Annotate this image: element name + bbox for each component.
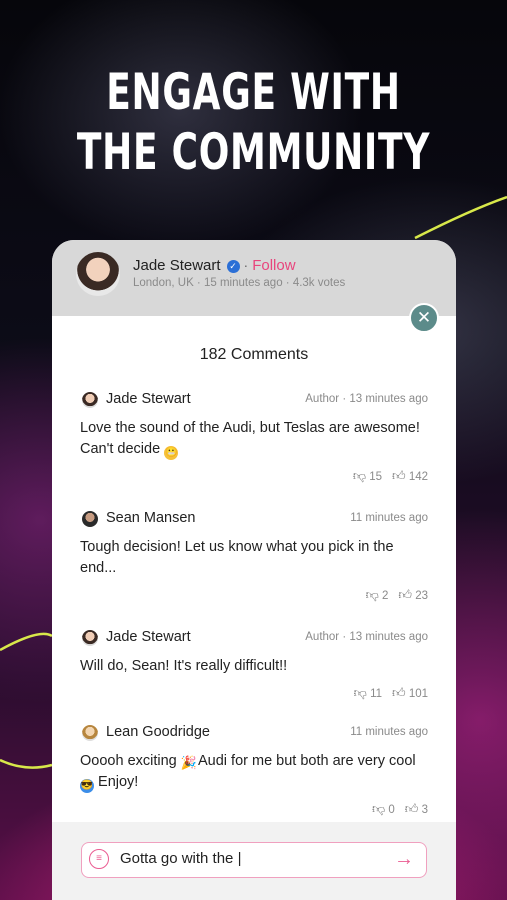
thumbs-up-icon[interactable]: 👍︎ (398, 587, 412, 602)
avatar[interactable] (82, 392, 98, 408)
commenter-name[interactable]: Lean Goodridge (106, 724, 210, 740)
thumbs-down-icon[interactable]: 👎︎ (366, 587, 379, 602)
comment-votes: 👎︎ 15 👍︎ 142 (80, 468, 428, 484)
commenter-name[interactable]: Sean Mansen (106, 510, 195, 526)
thumbs-down-icon[interactable]: 👎︎ (354, 685, 367, 700)
avatar[interactable] (82, 725, 98, 741)
party-popper-emoji-icon: 🎉 (180, 755, 197, 770)
comment-header: Jade Stewart Author · 13 minutes ago (80, 629, 428, 647)
verified-badge-icon: ✓ (226, 260, 240, 273)
headline: ENGAGE WITH THE COMMUNITY (71, 62, 436, 182)
comment-text-part: Ooooh exciting (80, 753, 177, 769)
post-header: Jade Stewart ✓ · Follow London, UK · 15 min… (52, 240, 456, 316)
comment-text-part: Enjoy! (98, 774, 139, 790)
comment-votes: 👎︎ 0 👍︎ 3 (80, 801, 428, 817)
comment-text: Tough decision! Let us know what you pic… (80, 539, 394, 576)
comments-card: Jade Stewart ✓ · Follow London, UK · 15 min… (52, 240, 456, 900)
author-name[interactable]: Jade Stewart (133, 257, 221, 274)
follow-button[interactable]: Follow (252, 257, 295, 274)
commenter-name[interactable]: Jade Stewart (106, 391, 191, 407)
thumbs-down-icon[interactable]: 👎︎ (353, 468, 366, 483)
decorative-curve-left (0, 632, 53, 652)
comment-header: Lean Goodridge 11 minutes ago (80, 724, 428, 742)
comment-text: Love the sound of the Audi, but Teslas a… (80, 420, 420, 457)
author-name-row: Jade Stewart ✓ · Follow (133, 257, 296, 274)
close-icon[interactable]: ✕ (409, 303, 439, 333)
avatar[interactable] (82, 511, 98, 527)
decorative-curve-top (414, 195, 507, 240)
like-count: 3 (421, 804, 428, 816)
headline-line-2: THE COMMUNITY (76, 123, 431, 181)
commenter-name[interactable]: Jade Stewart (106, 629, 191, 645)
thumbs-up-icon[interactable]: 👍︎ (405, 801, 419, 816)
avatar[interactable] (82, 630, 98, 646)
comment-text-container: Love the sound of the Audi, but Teslas a… (80, 418, 428, 460)
comment-item: Jade Stewart Author · 13 minutes ago Lov… (80, 391, 428, 484)
thumbs-up-icon[interactable]: 👍︎ (392, 685, 406, 700)
comment-time: 11 minutes ago (350, 726, 428, 738)
comment-header: Jade Stewart Author · 13 minutes ago (80, 391, 428, 409)
cool-face-emoji-icon: 😎 (80, 779, 94, 793)
comments-count-title: 182 Comments (199, 346, 309, 363)
comment-time: Author · 13 minutes ago (305, 393, 428, 405)
comment-item: Sean Mansen 11 minutes ago Tough decisio… (80, 510, 428, 603)
like-count: 23 (415, 590, 428, 602)
comment-input-box[interactable]: ≡ Gotta go with the | → (81, 842, 427, 878)
dislike-count: 2 (382, 590, 389, 602)
chat-bubble-icon: ≡ (89, 849, 109, 869)
comment-text-part: Audi for me but both are very cool (198, 753, 416, 769)
comment-time: 11 minutes ago (350, 512, 428, 524)
dislike-count: 11 (370, 688, 383, 700)
author-avatar[interactable] (76, 252, 120, 296)
thumbs-down-icon[interactable]: 👎︎ (372, 801, 385, 816)
grimacing-emoji-icon: 😬 (164, 446, 179, 460)
dislike-count: 15 (369, 471, 383, 483)
comment-text: Will do, Sean! It's really difficult!! (80, 658, 288, 674)
thumbs-up-icon[interactable]: 👍︎ (392, 468, 406, 483)
dislike-count: 0 (388, 804, 395, 816)
separator-dot: · (243, 257, 249, 273)
comment-item: Lean Goodridge 11 minutes ago Ooooh exci… (80, 724, 428, 817)
decorative-curve-left-lower (0, 758, 53, 769)
like-count: 142 (408, 471, 428, 483)
comment-text-container: Ooooh exciting 🎉 Audi for me but both ar… (80, 751, 428, 793)
comment-votes: 👎︎ 2 👍︎ 23 (80, 587, 428, 603)
comment-header: Sean Mansen 11 minutes ago (80, 510, 428, 528)
comment-item: Jade Stewart Author · 13 minutes ago Wil… (80, 629, 428, 701)
like-count: 101 (408, 688, 428, 700)
comment-input-bar: ≡ Gotta go with the | → (52, 822, 456, 900)
post-meta: London, UK · 15 minutes ago · 4.3k votes (133, 277, 346, 289)
comment-time: Author · 13 minutes ago (305, 631, 428, 643)
arrow-right-icon[interactable]: → (394, 848, 414, 870)
comment-votes: 👎︎ 11 👍︎ 101 (80, 685, 428, 701)
headline-line-1: ENGAGE WITH (106, 63, 401, 121)
comment-input[interactable]: Gotta go with the | (120, 850, 370, 867)
